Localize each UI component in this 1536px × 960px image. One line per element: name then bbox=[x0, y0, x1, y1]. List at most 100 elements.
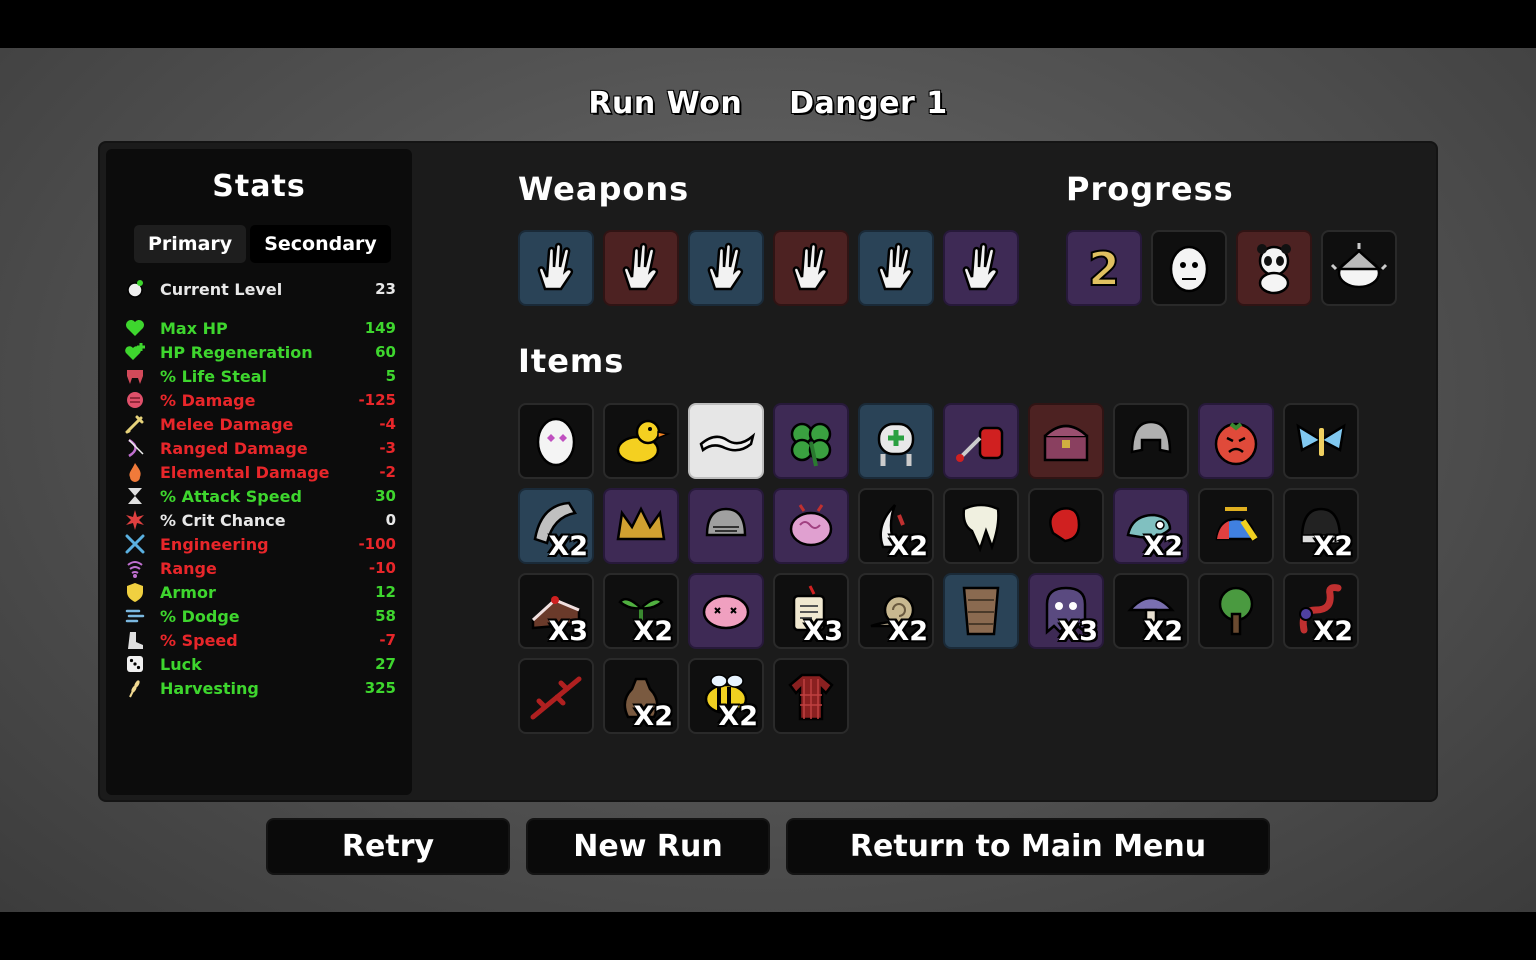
hand-weapon-icon bbox=[610, 237, 672, 299]
tree-icon bbox=[1205, 580, 1267, 642]
stats-panel: Stats Primary Secondary Current Level 23 M… bbox=[106, 149, 412, 795]
main-menu-button[interactable]: Return to Main Menu bbox=[788, 820, 1268, 873]
weapon-slot[interactable] bbox=[943, 230, 1019, 306]
weapon-slot[interactable] bbox=[688, 230, 764, 306]
stat-label: Melee Damage bbox=[160, 414, 294, 434]
treasure-chest-icon bbox=[1035, 410, 1097, 472]
fist-icon bbox=[124, 389, 146, 411]
rubber-duck-icon bbox=[610, 410, 672, 472]
item-slot[interactable] bbox=[1198, 403, 1274, 479]
stat-row-melee-damage: Melee Damage -4 bbox=[124, 412, 396, 436]
plank-armor-icon bbox=[950, 580, 1012, 642]
item-slot[interactable]: X2 bbox=[1283, 573, 1359, 649]
weapon-slot[interactable] bbox=[518, 230, 594, 306]
item-slot[interactable]: X3 bbox=[773, 573, 849, 649]
hand-weapon-icon bbox=[865, 237, 927, 299]
item-slot[interactable] bbox=[603, 403, 679, 479]
item-slot[interactable] bbox=[603, 488, 679, 564]
hand-weapon-icon bbox=[525, 237, 587, 299]
stat-value: 5 bbox=[385, 367, 396, 385]
lizard-icon bbox=[695, 410, 757, 472]
new-run-button[interactable]: New Run bbox=[528, 820, 768, 873]
item-slot[interactable]: X2 bbox=[1113, 573, 1189, 649]
item-quantity: X2 bbox=[633, 616, 673, 647]
stat-row-range: Range -10 bbox=[124, 556, 396, 580]
tab-primary[interactable]: Primary bbox=[134, 225, 247, 263]
stat-value: 27 bbox=[375, 655, 396, 673]
item-slot[interactable] bbox=[858, 403, 934, 479]
stat-value: -7 bbox=[379, 631, 396, 649]
stat-label: % Crit Chance bbox=[160, 510, 286, 530]
stat-label: % Dodge bbox=[160, 606, 240, 626]
item-slot[interactable]: X2 bbox=[858, 573, 934, 649]
weapon-slot[interactable] bbox=[773, 230, 849, 306]
item-slot[interactable] bbox=[688, 403, 764, 479]
item-slot[interactable] bbox=[688, 488, 764, 564]
item-slot[interactable] bbox=[1198, 488, 1274, 564]
retry-button[interactable]: Retry bbox=[268, 820, 508, 873]
flame-icon bbox=[124, 461, 146, 483]
item-quantity: X2 bbox=[1313, 531, 1353, 562]
item-slot[interactable] bbox=[688, 573, 764, 649]
item-slot[interactable]: X3 bbox=[1028, 573, 1104, 649]
stat-label: Max HP bbox=[160, 318, 228, 338]
progress-slot[interactable] bbox=[1151, 230, 1227, 306]
item-slot[interactable] bbox=[773, 658, 849, 734]
item-slot[interactable]: X2 bbox=[1113, 488, 1189, 564]
item-slot[interactable] bbox=[1028, 488, 1104, 564]
item-slot[interactable] bbox=[1028, 403, 1104, 479]
stats-tabs: Primary Secondary bbox=[134, 225, 391, 263]
item-slot[interactable] bbox=[943, 573, 1019, 649]
tab-secondary[interactable]: Secondary bbox=[250, 225, 391, 263]
progress-slot[interactable]: 2 bbox=[1066, 230, 1142, 306]
item-slot[interactable] bbox=[943, 403, 1019, 479]
item-slot[interactable] bbox=[1198, 573, 1274, 649]
level-icon bbox=[124, 278, 146, 300]
danger-level-label: Danger 1 bbox=[789, 86, 948, 121]
item-slot[interactable]: X2 bbox=[858, 488, 934, 564]
panda-icon bbox=[1243, 237, 1305, 299]
item-slot[interactable] bbox=[1283, 403, 1359, 479]
stat-label: Current Level bbox=[160, 279, 283, 299]
propeller-hat-icon bbox=[1205, 495, 1267, 557]
stat-row-harvesting: Harvesting 325 bbox=[124, 676, 396, 700]
heart-icon bbox=[124, 317, 146, 339]
item-slot[interactable]: X2 bbox=[518, 488, 594, 564]
knight-helmet-icon bbox=[695, 495, 757, 557]
butterfly-icon bbox=[1290, 410, 1352, 472]
item-slot[interactable] bbox=[773, 403, 849, 479]
progress-slot[interactable] bbox=[1321, 230, 1397, 306]
stat-value: 30 bbox=[375, 487, 396, 505]
item-slot[interactable] bbox=[773, 488, 849, 564]
item-slot[interactable] bbox=[943, 488, 1019, 564]
brain-icon bbox=[780, 495, 842, 557]
stat-label: HP Regeneration bbox=[160, 342, 313, 362]
item-slot[interactable]: X2 bbox=[1283, 488, 1359, 564]
weapon-slot[interactable] bbox=[858, 230, 934, 306]
stat-value: 325 bbox=[364, 679, 396, 697]
stat-row-speed: % Speed -7 bbox=[124, 628, 396, 652]
stat-row-hp-regeneration: HP Regeneration 60 bbox=[124, 340, 396, 364]
item-slot[interactable]: X2 bbox=[688, 658, 764, 734]
wheat-icon bbox=[124, 677, 146, 699]
stat-row-dodge: % Dodge 58 bbox=[124, 604, 396, 628]
item-slot[interactable] bbox=[1113, 403, 1189, 479]
progress-slot[interactable] bbox=[1236, 230, 1312, 306]
item-slot[interactable] bbox=[518, 658, 594, 734]
spiked-dome-icon bbox=[1328, 237, 1390, 299]
stat-value: -10 bbox=[368, 559, 396, 577]
tooth-icon bbox=[950, 495, 1012, 557]
stat-value: -2 bbox=[379, 463, 396, 481]
weapon-slot[interactable] bbox=[603, 230, 679, 306]
stats-title: Stats bbox=[212, 169, 306, 204]
item-slot[interactable]: X3 bbox=[518, 573, 594, 649]
letterbox-bottom bbox=[0, 912, 1536, 960]
item-slot[interactable]: X2 bbox=[603, 573, 679, 649]
progress-title: Progress bbox=[1066, 170, 1234, 208]
helmet-icon bbox=[1120, 410, 1182, 472]
item-quantity: X2 bbox=[633, 701, 673, 732]
stat-value: 23 bbox=[375, 280, 396, 298]
item-slot[interactable]: X2 bbox=[603, 658, 679, 734]
stat-label: Luck bbox=[160, 654, 202, 674]
item-slot[interactable] bbox=[518, 403, 594, 479]
